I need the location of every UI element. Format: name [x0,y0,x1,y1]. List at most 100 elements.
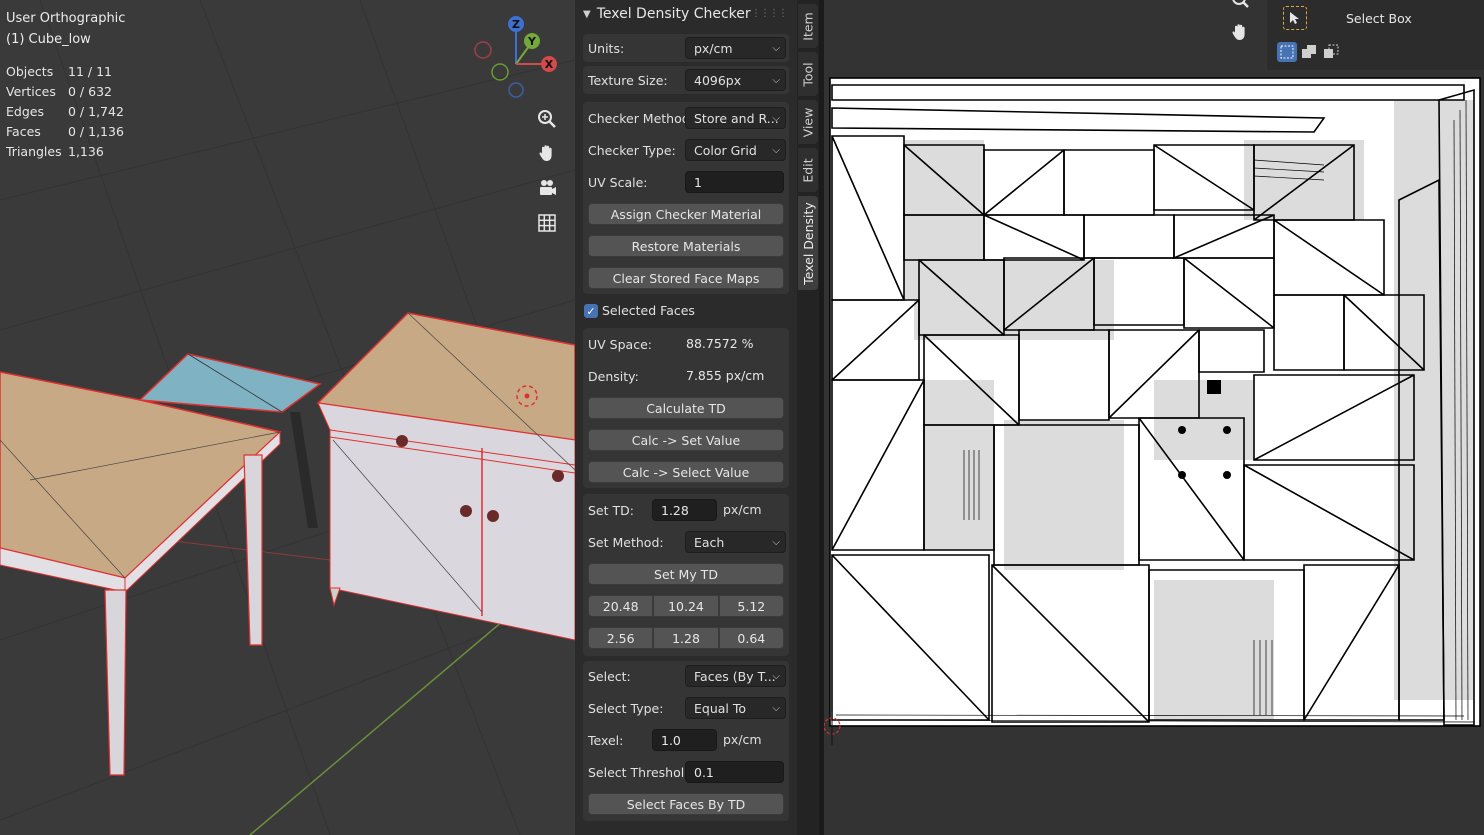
density-label: Density: [588,368,639,384]
set-td-field[interactable]: 1.28 [652,499,717,521]
set-method-dropdown[interactable]: Each ⌵ [685,531,786,553]
texel-unit: px/cm [723,732,762,747]
select-type-row: Select Type: Equal To ⌵ [588,696,786,720]
stat-triangles: Triangles 1,136 [6,144,104,159]
tab-item[interactable]: Item [798,4,818,48]
stat-faces: Faces 0 / 1,136 [6,124,124,139]
checker-method-row: Checker Method: Store and R... ⌵ [588,106,786,130]
clear-stored-face-maps-button[interactable]: Clear Stored Face Maps [588,267,784,289]
tab-tool[interactable]: Tool [798,52,818,96]
set-td-unit: px/cm [723,502,762,517]
chevron-down-icon: ⌵ [772,113,780,124]
active-tool-label: Select Box [1346,11,1412,26]
preset-button[interactable]: 5.12 [718,595,784,617]
select-type-dropdown[interactable]: Equal To ⌵ [685,697,786,719]
checker-box: Checker Method: Store and R... ⌵ Checker … [583,102,789,294]
gizmo-z-label: Z [512,18,520,31]
checker-type-dropdown[interactable]: Color Grid ⌵ [685,139,786,161]
select-threshold-label: Select Threshold: [588,764,697,780]
units-label: Units: [588,40,625,56]
sidebar-tabs: Item Tool View Edit Texel Density [797,0,819,835]
grid-icon[interactable] [533,209,561,237]
selected-faces-checkbox[interactable]: ✓ [584,304,598,318]
select-label: Select: [588,668,631,684]
zoom-icon[interactable] [533,105,561,133]
scene-statistics: Objects 11 / 11 Vertices 0 / 632 Edges 0… [6,64,124,164]
preset-button[interactable]: 2.56 [588,627,654,649]
texture-size-label: Texture Size: [588,72,668,88]
density-row: Density: 7.855 px/cm [588,364,784,388]
preset-button[interactable]: 1.28 [653,627,719,649]
set-method-row: Set Method: Each ⌵ [588,530,786,554]
select-mode-subtract-icon[interactable] [1321,42,1341,62]
preset-button[interactable]: 20.48 [588,595,654,617]
units-dropdown[interactable]: px/cm ⌵ [685,37,786,59]
tab-view[interactable]: View [798,100,818,144]
preset-button[interactable]: 10.24 [653,595,719,617]
density-value: 7.855 px/cm [686,368,765,383]
preset-button[interactable]: 0.64 [718,627,784,649]
active-object-name: (1) Cube_low [6,32,91,47]
stat-objects: Objects 11 / 11 [6,64,112,79]
chevron-down-icon: ⌵ [772,145,780,156]
checker-method-dropdown[interactable]: Store and R... ⌵ [685,107,786,129]
checkmark-icon: ✓ [586,304,596,318]
tab-edit[interactable]: Edit [798,148,818,192]
set-method-label: Set Method: [588,534,664,550]
collapse-arrow-icon[interactable]: ▼ [583,9,591,20]
uv-scale-field[interactable]: 1 [685,171,784,193]
stat-edges: Edges 0 / 1,742 [6,104,124,119]
uv-space-row: UV Space: 88.7572 % [588,332,784,356]
camera-icon[interactable] [533,174,561,202]
texture-size-box: Texture Size: 4096px ⌵ [583,66,789,94]
zoom-icon[interactable] [1226,0,1254,12]
set-my-td-button[interactable]: Set My TD [588,563,784,585]
selected-faces-label: Selected Faces [602,303,695,318]
stat-vertices: Vertices 0 / 632 [6,84,112,99]
select-threshold-field[interactable]: 0.1 [685,761,784,783]
restore-materials-button[interactable]: Restore Materials [588,235,784,257]
select-type-label: Select Type: [588,700,664,716]
tab-texel-density[interactable]: Texel Density [798,196,818,290]
calculate-td-button[interactable]: Calculate TD [588,397,784,419]
chevron-down-icon: ⌵ [772,703,780,714]
uv-layout [824,77,1481,745]
tool-settings-header: Select Box [1267,0,1484,70]
navigation-gizmo[interactable]: Z Y X [470,12,570,102]
checker-type-row: Checker Type: Color Grid ⌵ [588,138,786,162]
units-box: Units: px/cm ⌵ [583,34,789,62]
drag-grip-icon[interactable]: ⋮⋮⋮⋮ [751,8,788,19]
calc-set-value-button[interactable]: Calc -> Set Value [588,429,784,451]
calc-select-value-button[interactable]: Calc -> Select Value [588,461,784,483]
hand-icon[interactable] [533,139,561,167]
hand-icon[interactable] [1226,18,1254,46]
uv-space-label: UV Space: [588,336,652,352]
set-td-label: Set TD: [588,502,634,518]
texel-field[interactable]: 1.0 [652,729,717,751]
panel-header[interactable]: ▼ Texel Density Checker ⋮⋮⋮⋮ [575,0,797,28]
texel-row: Texel: 1.0 px/cm [588,728,784,752]
select-box-tool-icon[interactable] [1283,6,1307,30]
gizmo-x-label: X [545,58,554,71]
checker-method-label: Checker Method: [588,110,694,126]
checker-type-label: Checker Type: [588,142,676,158]
texture-size-dropdown[interactable]: 4096px ⌵ [685,69,786,91]
uv-editor[interactable]: Select Box [824,0,1484,835]
3d-viewport[interactable]: User Orthographic (1) Cube_low Objects 1… [0,0,575,835]
select-row: Select: Faces (By T... ⌵ [588,664,786,688]
density-box: UV Space: 88.7572 % Density: 7.855 px/cm… [583,328,789,488]
uv-scale-label: UV Scale: [588,174,648,190]
select-faces-by-td-button[interactable]: Select Faces By TD [588,793,784,815]
sidebar-panel: ▼ Texel Density Checker ⋮⋮⋮⋮ Units: px/c… [575,0,797,835]
uv-scale-row: UV Scale: 1 [588,170,784,194]
select-dropdown[interactable]: Faces (By T... ⌵ [685,665,786,687]
select-mode-new-icon[interactable] [1277,42,1297,62]
td-presets-row-2: 2.56 1.28 0.64 [588,627,784,649]
units-row: Units: px/cm ⌵ [588,36,786,60]
assign-checker-material-button[interactable]: Assign Checker Material [588,203,784,225]
select-mode-extend-icon[interactable] [1299,42,1319,62]
texel-label: Texel: [588,732,624,748]
set-td-box: Set TD: 1.28 px/cm Set Method: Each ⌵ Set… [583,494,789,656]
select-box: Select: Faces (By T... ⌵ Select Type: Equ… [583,661,789,821]
gizmo-y-label: Y [527,35,537,48]
